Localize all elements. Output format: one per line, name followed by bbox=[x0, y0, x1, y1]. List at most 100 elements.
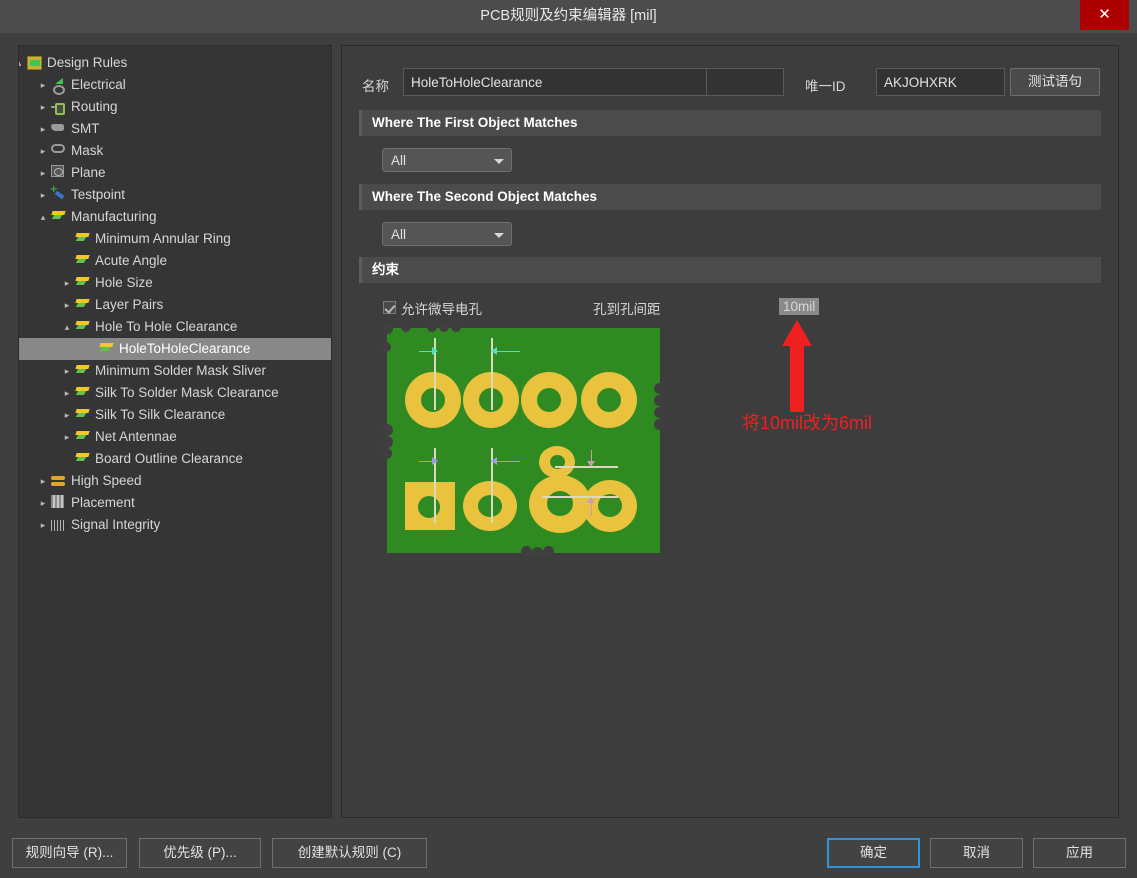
rule-arrow-icon bbox=[99, 338, 115, 360]
expand-collapse-icon-closed[interactable]: ▸ bbox=[61, 360, 73, 382]
first-object-section-header: Where The First Object Matches bbox=[359, 110, 1101, 136]
expand-collapse-icon-open[interactable]: ▴ bbox=[61, 316, 73, 338]
rule-wizard-button[interactable]: 规则向导 (R)... bbox=[12, 838, 127, 868]
priorities-button[interactable]: 优先级 (P)... bbox=[139, 838, 261, 868]
expand-collapse-icon-closed[interactable]: ▸ bbox=[37, 96, 49, 118]
constraints-section-header: 约束 bbox=[359, 257, 1101, 283]
rule-arrow-icon bbox=[75, 316, 91, 338]
rule-arrow-icon bbox=[75, 426, 91, 448]
pcb-illustration bbox=[381, 322, 665, 558]
first-object-section-title: Where The First Object Matches bbox=[372, 115, 578, 130]
tree-item-net-antennae[interactable]: ▸ Net Antennae bbox=[19, 426, 331, 448]
first-object-scope-value: All bbox=[391, 153, 407, 168]
tree-item-smt[interactable]: ▸ SMT bbox=[19, 118, 331, 140]
allow-microvia-label: 允许微导电孔 bbox=[401, 302, 482, 317]
create-default-rules-button[interactable]: 创建默认规则 (C) bbox=[272, 838, 427, 868]
tree-item-mask[interactable]: ▸ Mask bbox=[19, 140, 331, 162]
tree-item-hole-size[interactable]: ▸ Hole Size bbox=[19, 272, 331, 294]
comment-input[interactable] bbox=[706, 68, 784, 96]
design-rules-tree[interactable]: ▴ Design Rules ▸ Electrical ▸ Routing ▸ SMT ▸ Mas… bbox=[19, 46, 331, 536]
tree-item-acute-angle[interactable]: Acute Angle bbox=[19, 250, 331, 272]
expand-collapse-icon-closed[interactable]: ▸ bbox=[61, 382, 73, 404]
chevron-down-icon bbox=[494, 233, 504, 238]
tree-item-holetoholeclearance[interactable]: HoleToHoleClearance bbox=[19, 338, 331, 360]
expand-collapse-icon-closed[interactable]: ▸ bbox=[37, 118, 49, 140]
expand-collapse-icon-closed[interactable]: ▸ bbox=[37, 140, 49, 162]
apply-button[interactable]: 应用 bbox=[1033, 838, 1126, 868]
expand-collapse-icon-closed[interactable]: ▸ bbox=[37, 514, 49, 536]
cancel-button[interactable]: 取消 bbox=[930, 838, 1023, 868]
tree-item-routing[interactable]: ▸ Routing bbox=[19, 96, 331, 118]
tree-item-label: HoleToHoleClearance bbox=[119, 341, 251, 356]
pcb-pad-square bbox=[405, 482, 455, 530]
folder-icon bbox=[27, 52, 43, 74]
tree-item-electrical[interactable]: ▸ Electrical bbox=[19, 74, 331, 96]
name-label: 名称 bbox=[362, 79, 389, 94]
smt-icon bbox=[51, 118, 67, 140]
tree-item-label: Layer Pairs bbox=[95, 297, 164, 312]
second-object-section-header: Where The Second Object Matches bbox=[359, 184, 1101, 210]
expand-collapse-icon-open[interactable]: ▴ bbox=[37, 206, 49, 228]
close-icon[interactable]: ✕ bbox=[1080, 0, 1129, 30]
tree-item-minimum-annular-ring[interactable]: Minimum Annular Ring bbox=[19, 228, 331, 250]
tree-item-layer-pairs[interactable]: ▸ Layer Pairs bbox=[19, 294, 331, 316]
tree-item-high-speed[interactable]: ▸ High Speed bbox=[19, 470, 331, 492]
tree-item-label: Hole To Hole Clearance bbox=[95, 319, 238, 334]
signal-integrity-icon bbox=[51, 514, 67, 536]
pcb-pad bbox=[581, 372, 637, 428]
tree-item-hole-to-hole-clearance[interactable]: ▴ Hole To Hole Clearance bbox=[19, 316, 331, 338]
hole-to-hole-label: 孔到孔间距 bbox=[593, 302, 661, 317]
rule-arrow-icon bbox=[75, 250, 91, 272]
expand-collapse-icon-closed[interactable]: ▸ bbox=[37, 162, 49, 184]
rule-name-input[interactable] bbox=[403, 68, 715, 96]
tree-item-testpoint[interactable]: ▸ Testpoint bbox=[19, 182, 331, 206]
placement-icon bbox=[51, 492, 67, 514]
title-bar: PCB规则及约束编辑器 [mil] ✕ bbox=[0, 0, 1137, 33]
tree-item-plane[interactable]: ▸ Plane bbox=[19, 162, 331, 184]
expand-collapse-icon-closed[interactable]: ▸ bbox=[61, 272, 73, 294]
pcb-rules-dialog: PCB规则及约束编辑器 [mil] ✕ ▴ Design Rules ▸ Electr… bbox=[0, 0, 1137, 878]
expand-collapse-icon-closed[interactable]: ▸ bbox=[61, 294, 73, 316]
rule-arrow-icon bbox=[75, 404, 91, 426]
chevron-down-icon bbox=[494, 159, 504, 164]
expand-collapse-icon-closed[interactable]: ▸ bbox=[61, 404, 73, 426]
tree-item-label: Board Outline Clearance bbox=[95, 451, 243, 466]
second-object-scope-dropdown[interactable]: All bbox=[382, 222, 512, 246]
tree-item-placement[interactable]: ▸ Placement bbox=[19, 492, 331, 514]
pcb-pad bbox=[405, 372, 461, 428]
expand-collapse-icon-open[interactable]: ▴ bbox=[19, 52, 25, 74]
rule-arrow-icon bbox=[75, 448, 91, 470]
tree-item-label: Minimum Annular Ring bbox=[95, 231, 231, 246]
tree-item-manufacturing[interactable]: ▴ Manufacturing bbox=[19, 206, 331, 228]
annotation-arrow-icon bbox=[782, 320, 812, 412]
expand-collapse-icon-closed[interactable]: ▸ bbox=[61, 426, 73, 448]
expand-collapse-icon-closed[interactable]: ▸ bbox=[37, 492, 49, 514]
tree-item-silk-to-solder-mask-clearance[interactable]: ▸ Silk To Solder Mask Clearance bbox=[19, 382, 331, 404]
tree-item-label: Plane bbox=[71, 165, 106, 180]
test-query-button[interactable]: 测试语句 bbox=[1010, 68, 1100, 96]
tree-item-signal-integrity[interactable]: ▸ Signal Integrity bbox=[19, 514, 331, 536]
tree-item-silk-to-silk-clearance[interactable]: ▸ Silk To Silk Clearance bbox=[19, 404, 331, 426]
hole-to-hole-value[interactable]: 10mil bbox=[779, 298, 820, 315]
expand-collapse-icon-closed[interactable]: ▸ bbox=[37, 74, 49, 96]
ok-button[interactable]: 确定 bbox=[827, 838, 920, 868]
tree-item-label: Electrical bbox=[71, 77, 126, 92]
mask-icon bbox=[51, 140, 67, 162]
constraints-section-title: 约束 bbox=[372, 262, 399, 277]
tree-item-board-outline-clearance[interactable]: Board Outline Clearance bbox=[19, 448, 331, 470]
second-object-scope-value: All bbox=[391, 227, 407, 242]
allow-microvia-checkbox[interactable] bbox=[383, 301, 396, 314]
design-rules-tree-panel[interactable]: ▴ Design Rules ▸ Electrical ▸ Routing ▸ SMT ▸ Mas… bbox=[18, 45, 332, 818]
tree-item-design-rules[interactable]: ▴ Design Rules bbox=[19, 52, 331, 74]
high-speed-icon bbox=[51, 470, 67, 492]
pcb-pad-small bbox=[539, 446, 575, 478]
expand-collapse-icon-closed[interactable]: ▸ bbox=[37, 184, 49, 206]
unique-id-input[interactable] bbox=[876, 68, 1005, 96]
tree-item-minimum-solder-mask-sliver[interactable]: ▸ Minimum Solder Mask Sliver bbox=[19, 360, 331, 382]
rule-arrow-icon bbox=[75, 272, 91, 294]
first-object-scope-dropdown[interactable]: All bbox=[382, 148, 512, 172]
electrical-icon bbox=[51, 74, 67, 96]
tree-item-label: Net Antennae bbox=[95, 429, 177, 444]
expand-collapse-icon-closed[interactable]: ▸ bbox=[37, 470, 49, 492]
tree-item-label: Minimum Solder Mask Sliver bbox=[95, 363, 267, 378]
